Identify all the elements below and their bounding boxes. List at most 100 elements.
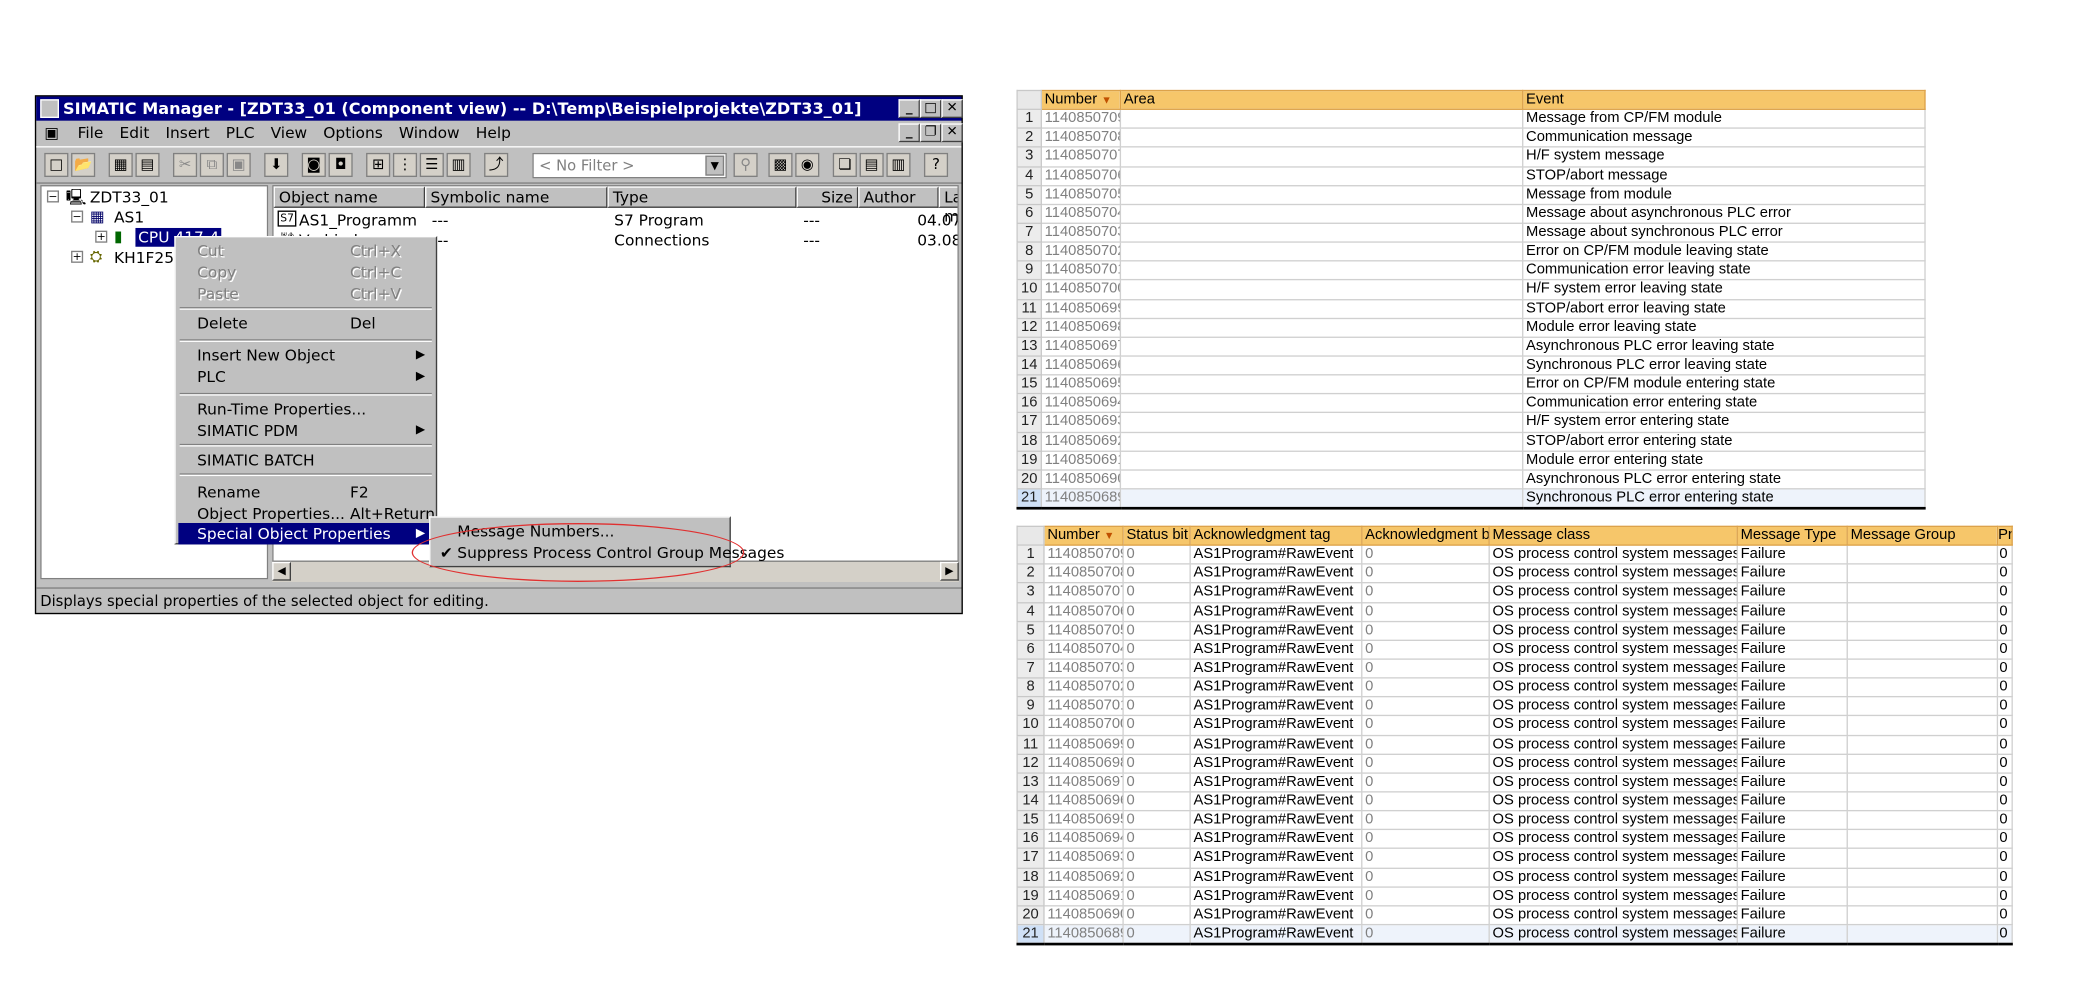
cell-message-type[interactable]: Failure — [1736, 791, 1848, 812]
row-number[interactable]: 18 — [1016, 431, 1042, 452]
cell-event[interactable]: Asynchronous PLC error leaving state — [1522, 336, 1926, 357]
cell-pr[interactable]: 0 — [1996, 677, 2013, 698]
row-number[interactable]: 4 — [1016, 165, 1042, 187]
col-header-area[interactable]: Area — [1119, 89, 1524, 111]
cell-ack-bit[interactable]: 0 — [1361, 544, 1490, 565]
cell-ack-bit[interactable]: 0 — [1361, 791, 1490, 812]
cell-number[interactable]: 1140850691 — [1043, 885, 1124, 907]
row-number[interactable]: 6 — [1016, 203, 1042, 224]
col-header-status-bit[interactable]: Status bit — [1122, 525, 1191, 546]
col-header-type[interactable]: Type — [607, 186, 797, 208]
cell-event[interactable]: Synchronous PLC error entering state — [1522, 488, 1926, 510]
row-number[interactable]: 21 — [1016, 488, 1042, 510]
cell-status-bit[interactable]: 0 — [1122, 582, 1191, 603]
cell-message-group[interactable] — [1846, 563, 1999, 584]
cell-event[interactable]: Synchronous PLC error leaving state — [1522, 355, 1926, 376]
cell-message-group[interactable] — [1846, 601, 1999, 622]
cell-pr[interactable]: 0 — [1996, 563, 2013, 584]
col-header-ack-bit[interactable]: Acknowledgment bit — [1361, 525, 1490, 546]
table-row[interactable]: 13 1140850697 0 AS1Program#RawEvent 0 OS proc… — [1016, 772, 2013, 793]
row-number[interactable]: 1 — [1016, 544, 1045, 565]
cell-area[interactable] — [1119, 374, 1524, 395]
cell-number[interactable]: 1140850690 — [1043, 904, 1124, 926]
table-row[interactable]: 6 1140850704 0 AS1Program#RawEvent 0 OS proce… — [1016, 639, 2013, 660]
cut-icon[interactable]: ✂ — [172, 152, 198, 178]
cell-message-type[interactable]: Failure — [1736, 885, 1848, 907]
cell-ack-bit[interactable]: 0 — [1361, 639, 1490, 660]
cell-pr[interactable]: 0 — [1996, 620, 2013, 641]
cell-area[interactable] — [1119, 393, 1524, 414]
paste-icon[interactable]: ▣ — [226, 152, 251, 178]
row-number[interactable]: 7 — [1016, 222, 1042, 243]
cell-area[interactable] — [1119, 222, 1524, 243]
cell-message-type[interactable]: Failure — [1736, 620, 1848, 641]
cell-ack-tag[interactable]: AS1Program#RawEvent — [1189, 677, 1363, 698]
cell-number[interactable]: 1140850701 — [1040, 260, 1122, 281]
row-number[interactable]: 15 — [1016, 374, 1042, 395]
menu-item-run-time-properties[interactable]: Run-Time Properties... — [178, 398, 433, 419]
cell-message-class[interactable]: OS process control system messages — [1488, 677, 1738, 698]
row-number[interactable]: 7 — [1016, 658, 1045, 679]
cell-message-group[interactable] — [1846, 923, 1999, 946]
row-number[interactable]: 17 — [1016, 412, 1042, 433]
cell-pr[interactable]: 0 — [1996, 904, 2013, 926]
filter-select[interactable]: < No Filter > ▼ — [532, 152, 727, 179]
cell-message-group[interactable] — [1846, 734, 1999, 755]
cell-ack-bit[interactable]: 0 — [1361, 829, 1490, 850]
open-icon[interactable]: 📂 — [71, 152, 96, 178]
cell-message-class[interactable]: OS process control system messages — [1488, 734, 1738, 755]
menu-item-special-object-properties[interactable]: Special Object Properties ▶ — [178, 522, 434, 545]
cell-ack-tag[interactable]: AS1Program#RawEvent — [1189, 904, 1363, 926]
menu-item-delete[interactable]: Delete Del — [178, 312, 433, 333]
cell-number[interactable]: 1140850700 — [1043, 715, 1124, 736]
cell-event[interactable]: STOP/abort error entering state — [1522, 431, 1926, 452]
cell-status-bit[interactable]: 0 — [1122, 772, 1191, 793]
cell-ack-tag[interactable]: AS1Program#RawEvent — [1189, 829, 1363, 850]
cell-area[interactable] — [1119, 412, 1524, 433]
col-header-event[interactable]: Event — [1522, 89, 1926, 111]
simatic-manager-icon[interactable]: ▩ — [768, 152, 793, 178]
cell-message-type[interactable]: Failure — [1736, 923, 1848, 946]
cell-pr[interactable]: 0 — [1996, 715, 2013, 736]
cell-ack-tag[interactable]: AS1Program#RawEvent — [1189, 848, 1363, 869]
cell-number[interactable]: 1140850694 — [1040, 393, 1122, 414]
cell-status-bit[interactable]: 0 — [1122, 620, 1191, 641]
cell-number[interactable]: 1140850696 — [1040, 355, 1122, 376]
cell-message-group[interactable] — [1846, 904, 1999, 926]
cell-ack-tag[interactable]: AS1Program#RawEvent — [1189, 658, 1363, 679]
cell-status-bit[interactable]: 0 — [1122, 885, 1191, 907]
cell-message-group[interactable] — [1846, 677, 1999, 698]
cell-ack-bit[interactable]: 0 — [1361, 866, 1490, 888]
col-header-pr[interactable]: Pr — [1996, 525, 2013, 546]
offline-icon[interactable]: ◘ — [328, 152, 353, 178]
table-row[interactable]: 21 1140850689 0 AS1Program#RawEvent 0 OS proc… — [1016, 923, 2013, 946]
cell-message-type[interactable]: Failure — [1736, 753, 1848, 774]
cell-pr[interactable]: 0 — [1996, 848, 2013, 869]
scroll-right-icon[interactable]: ▶ — [940, 561, 959, 581]
cell-message-group[interactable] — [1846, 696, 1999, 717]
cell-number[interactable]: 1140850701 — [1043, 696, 1124, 717]
cell-event[interactable]: Message about asynchronous PLC error — [1522, 203, 1926, 224]
cell-ack-tag[interactable]: AS1Program#RawEvent — [1189, 866, 1363, 888]
cell-ack-tag[interactable]: AS1Program#RawEvent — [1189, 544, 1363, 565]
cell-message-type[interactable]: Failure — [1736, 563, 1848, 584]
cell-ack-bit[interactable]: 0 — [1361, 904, 1490, 926]
cell-message-class[interactable]: OS process control system messages — [1488, 715, 1738, 736]
cell-ack-bit[interactable]: 0 — [1361, 734, 1490, 755]
menu-options[interactable]: Options — [315, 121, 391, 145]
tree-item-station[interactable]: AS1 — [114, 208, 144, 227]
row-number[interactable]: 4 — [1016, 601, 1045, 622]
cell-number[interactable]: 1140850707 — [1040, 146, 1122, 168]
cell-message-group[interactable] — [1846, 829, 1999, 850]
cell-message-type[interactable]: Failure — [1736, 639, 1848, 660]
cell-area[interactable] — [1119, 127, 1524, 149]
col-header-number[interactable]: Number ▼ — [1040, 89, 1122, 111]
cell-area[interactable] — [1119, 336, 1524, 357]
tile-vertical-icon[interactable]: ▥ — [886, 152, 911, 178]
cell-pr[interactable]: 0 — [1996, 639, 2013, 660]
cell-message-group[interactable] — [1846, 639, 1999, 660]
cell-status-bit[interactable]: 0 — [1122, 866, 1191, 888]
cell-area[interactable] — [1119, 488, 1524, 510]
cell-ack-bit[interactable]: 0 — [1361, 563, 1490, 584]
cell-ack-tag[interactable]: AS1Program#RawEvent — [1189, 810, 1363, 831]
